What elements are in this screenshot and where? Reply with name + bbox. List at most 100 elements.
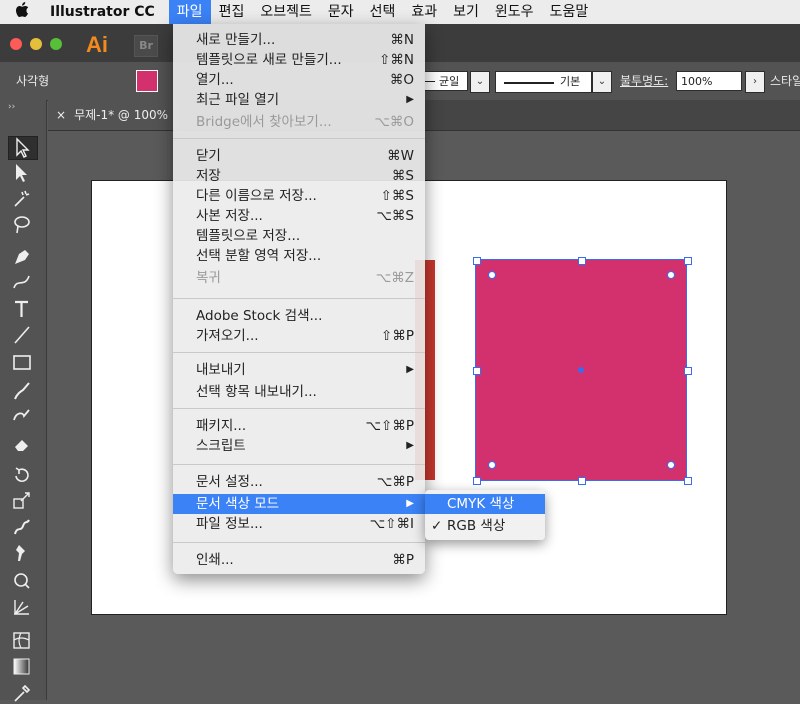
- bounding-box-handle[interactable]: [473, 477, 481, 485]
- menu-item-shortcut: ⇧⌘N: [379, 52, 414, 68]
- menu-item[interactable]: 편집: [211, 0, 253, 24]
- tab-close-icon[interactable]: ×: [56, 108, 66, 122]
- file-menu-item[interactable]: 선택 항목 내보내기...: [173, 382, 425, 402]
- file-menu-item[interactable]: 닫기 ⌘W: [173, 146, 425, 166]
- menu-item-label: Adobe Stock 검색...: [196, 308, 323, 324]
- file-menu-item[interactable]: 템플릿으로 저장...: [173, 226, 425, 246]
- submenu-arrow-icon: ▶: [406, 440, 414, 451]
- style-label[interactable]: 스타일: [770, 72, 800, 89]
- bridge-button[interactable]: Br: [134, 35, 158, 57]
- opacity-label[interactable]: 불투명도:: [620, 72, 668, 89]
- shaper-icon[interactable]: [8, 406, 36, 428]
- file-menu-item[interactable]: 문서 색상 모드 ▶: [173, 494, 425, 514]
- color-mode-option[interactable]: ✓ RGB 색상: [425, 516, 545, 536]
- brush-chevron-icon[interactable]: ⌄: [592, 71, 612, 93]
- file-menu-item[interactable]: 템플릿으로 새로 만들기... ⇧⌘N: [173, 50, 425, 70]
- file-menu-item[interactable]: 문서 설정... ⌥⌘P: [173, 472, 425, 492]
- paintbrush-icon[interactable]: [8, 380, 36, 402]
- menu-item-label: 스크립트: [196, 438, 246, 454]
- corner-widget[interactable]: [488, 271, 496, 279]
- bounding-box-handle[interactable]: [684, 367, 692, 375]
- file-menu-item[interactable]: 스크립트 ▶: [173, 436, 425, 456]
- file-menu-item[interactable]: 인쇄... ⌘P: [173, 550, 425, 570]
- menu-item[interactable]: 윈도우: [487, 0, 542, 24]
- pen-tool-icon[interactable]: [8, 246, 36, 268]
- brush-value: 기본: [560, 75, 581, 88]
- apple-icon[interactable]: [0, 2, 44, 22]
- brush-stroke-icon: [504, 82, 554, 84]
- magic-wand-icon[interactable]: [8, 188, 36, 210]
- eyedropper-icon[interactable]: [8, 682, 36, 704]
- file-menu-item[interactable]: 열기... ⌘O: [173, 70, 425, 90]
- type-tool-icon[interactable]: [8, 298, 36, 320]
- menu-item[interactable]: 파일: [168, 0, 211, 24]
- menu-item[interactable]: 선택: [362, 0, 404, 24]
- file-menu-item[interactable]: 선택 분할 영역 저장...: [173, 246, 425, 266]
- line-tool-icon[interactable]: [8, 324, 36, 346]
- file-menu-item[interactable]: 다른 이름으로 저장... ⇧⌘S: [173, 186, 425, 206]
- direct-selection-tool-icon[interactable]: [8, 162, 36, 184]
- selection-tool-icon[interactable]: [8, 136, 38, 160]
- brush-dropdown[interactable]: 기본: [495, 71, 592, 93]
- file-menu-item[interactable]: 최근 파일 열기 ▶: [173, 90, 425, 110]
- close-window-icon[interactable]: [10, 38, 22, 50]
- gradient-icon[interactable]: [8, 656, 36, 678]
- bounding-box-handle[interactable]: [684, 477, 692, 485]
- file-menu-item[interactable]: 새로 만들기... ⌘N: [173, 30, 425, 50]
- menu-item-label: 복귀: [196, 270, 221, 286]
- opacity-input[interactable]: 100%: [676, 71, 742, 91]
- zoom-window-icon[interactable]: [50, 38, 62, 50]
- minimize-window-icon[interactable]: [30, 38, 42, 50]
- curvature-icon[interactable]: [8, 272, 36, 294]
- panel-collapse-icon[interactable]: ››: [8, 102, 15, 112]
- bounding-box-handle[interactable]: [473, 257, 481, 265]
- menu-separator: [173, 352, 425, 353]
- opacity-arrow-icon[interactable]: ›: [745, 71, 765, 93]
- eraser-icon[interactable]: [8, 432, 36, 454]
- width-tool-icon[interactable]: [8, 516, 36, 538]
- free-transform-icon[interactable]: [8, 570, 36, 592]
- menu-item[interactable]: 효과: [403, 0, 445, 24]
- file-menu-item[interactable]: 사본 저장... ⌥⌘S: [173, 206, 425, 226]
- corner-widget[interactable]: [488, 461, 496, 469]
- document-tab[interactable]: × 무제-1* @ 100%: [48, 100, 178, 130]
- menu-item-shortcut: ⌘W: [387, 148, 414, 164]
- bounding-box-handle[interactable]: [578, 477, 586, 485]
- menu-item-label: 열기...: [196, 72, 234, 88]
- bounding-box-handle[interactable]: [473, 367, 481, 375]
- file-menu-item[interactable]: 저장 ⌘S: [173, 166, 425, 186]
- file-menu-item[interactable]: 가져오기... ⇧⌘P: [173, 326, 425, 346]
- menu-item-label: 인쇄...: [196, 552, 234, 568]
- stroke-profile-chevron-icon[interactable]: ⌄: [470, 71, 490, 93]
- puppet-warp-icon[interactable]: [8, 542, 36, 564]
- corner-widget[interactable]: [667, 271, 675, 279]
- menu-app-name[interactable]: Illustrator CC: [44, 4, 161, 20]
- menu-item-label: 선택 분할 영역 저장...: [196, 248, 322, 264]
- illustrator-logo: Ai: [86, 32, 108, 57]
- rotate-icon[interactable]: [8, 464, 36, 486]
- stroke-profile-dropdown[interactable]: 균일: [424, 71, 468, 91]
- bounding-box-handle[interactable]: [684, 257, 692, 265]
- file-menu-item[interactable]: 내보내기 ▶: [173, 360, 425, 380]
- menu-separator: [173, 138, 425, 139]
- menu-item[interactable]: 오브젝트: [252, 0, 320, 24]
- perspective-icon[interactable]: [8, 596, 36, 618]
- lasso-icon[interactable]: [8, 214, 36, 236]
- menu-item[interactable]: 보기: [445, 0, 487, 24]
- file-menu-item[interactable]: 패키지... ⌥⇧⌘P: [173, 416, 425, 436]
- menu-item[interactable]: 도움말: [542, 0, 597, 24]
- menu-item[interactable]: 문자: [320, 0, 362, 24]
- menu-item-shortcut: ⇧⌘P: [381, 328, 414, 344]
- file-menu-item[interactable]: 파일 정보... ⌥⇧⌘I: [173, 514, 425, 534]
- rectangle-tool-icon[interactable]: [8, 352, 36, 374]
- color-mode-option[interactable]: CMYK 색상: [425, 494, 545, 514]
- mesh-icon[interactable]: [8, 630, 36, 652]
- menu-separator: [173, 464, 425, 465]
- menu-item-shortcut: ⌥⌘O: [374, 114, 414, 130]
- bounding-box-handle[interactable]: [578, 257, 586, 265]
- file-menu-item[interactable]: Adobe Stock 검색...: [173, 306, 425, 326]
- fill-swatch[interactable]: [136, 70, 158, 92]
- corner-widget[interactable]: [667, 461, 675, 469]
- scale-icon[interactable]: [8, 490, 36, 512]
- file-menu: 새로 만들기... ⌘N 템플릿으로 새로 만들기... ⇧⌘N 열기... ⌘O 최근 파…: [173, 24, 425, 574]
